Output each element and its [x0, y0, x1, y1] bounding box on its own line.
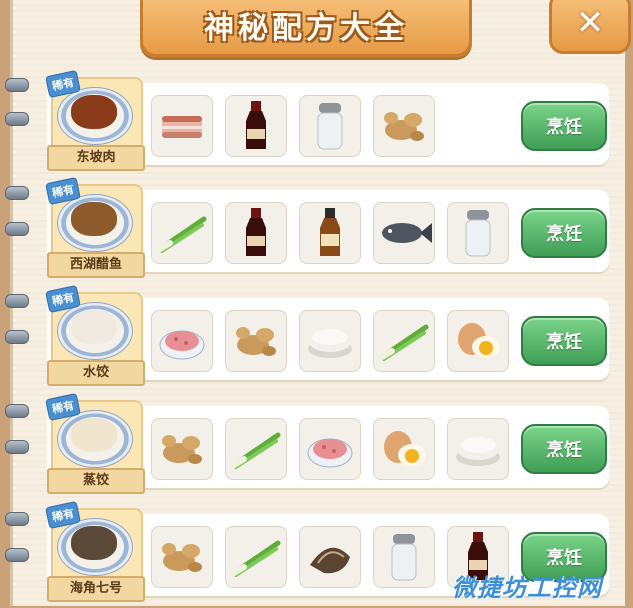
minced-meat-icon[interactable] [151, 310, 213, 372]
pork-belly-icon[interactable] [151, 95, 213, 157]
recipe-row: 稀有 水饺 烹饪 [45, 284, 609, 386]
salt-shaker-icon[interactable] [447, 202, 509, 264]
scallion-icon[interactable] [151, 202, 213, 264]
binder-ring [5, 222, 29, 236]
dish-name: 蒸饺 [47, 468, 145, 494]
ginger-icon[interactable] [225, 310, 287, 372]
close-icon: ✕ [575, 3, 605, 43]
binder-ring [5, 78, 29, 92]
dish-food [71, 95, 117, 129]
soy-sauce-icon[interactable] [225, 95, 287, 157]
scallion-icon[interactable] [225, 418, 287, 480]
cook-button[interactable]: 烹饪 [521, 316, 607, 366]
minced-meat-icon[interactable] [299, 418, 361, 480]
close-button[interactable]: ✕ [549, 0, 631, 54]
dish-name: 水饺 [47, 360, 145, 386]
egg-icon[interactable] [373, 418, 435, 480]
binder-ring [5, 294, 29, 308]
scallion-icon[interactable] [373, 310, 435, 372]
recipe-row: 稀有 东坡肉 烹饪 [45, 69, 609, 171]
binder-ring [5, 440, 29, 454]
recipe-row: 稀有 西湖醋鱼 烹饪 [45, 176, 609, 278]
recipe-row: 稀有 蒸饺 烹饪 [45, 392, 609, 494]
conch-shell-icon[interactable] [299, 526, 361, 588]
binder-ring [5, 548, 29, 562]
binder-ring [5, 404, 29, 418]
soy-sauce-icon[interactable] [225, 202, 287, 264]
dish-food [71, 310, 117, 344]
binder-ring [5, 330, 29, 344]
dish-food [71, 418, 117, 452]
cook-button[interactable]: 烹饪 [521, 101, 607, 151]
dish-name: 东坡肉 [47, 145, 145, 171]
recipe-book: 稀有 东坡肉 烹饪 稀有 西湖醋鱼 烹饪 稀有 水饺 烹饪 稀有 蒸饺 烹饪 稀有 海角七号 烹饪 [5, 0, 625, 608]
ginger-icon[interactable] [151, 526, 213, 588]
ginger-icon[interactable] [373, 95, 435, 157]
dish-card[interactable]: 稀有 海角七号 [45, 500, 145, 608]
vinegar-bottle-icon[interactable] [299, 202, 361, 264]
flour-dough-icon[interactable] [299, 310, 361, 372]
cook-button[interactable]: 烹饪 [521, 208, 607, 258]
fish-icon[interactable] [373, 202, 435, 264]
salt-shaker-icon[interactable] [299, 95, 361, 157]
binder-ring [5, 112, 29, 126]
watermark: 微捷坊工控网 [452, 574, 602, 602]
title-banner: 神秘配方大全 [140, 0, 472, 57]
cook-button[interactable]: 烹饪 [521, 424, 607, 474]
page-title: 神秘配方大全 [204, 11, 408, 46]
dish-name: 海角七号 [47, 576, 145, 602]
dish-food [71, 526, 117, 560]
binder-ring [5, 512, 29, 526]
scallion-icon[interactable] [225, 526, 287, 588]
dish-name: 西湖醋鱼 [47, 252, 145, 278]
flour-dough-icon[interactable] [447, 418, 509, 480]
dish-card[interactable]: 稀有 东坡肉 [45, 69, 145, 177]
egg-icon[interactable] [447, 310, 509, 372]
binder-ring [5, 186, 29, 200]
dish-card[interactable]: 稀有 水饺 [45, 284, 145, 392]
salt-shaker-icon[interactable] [373, 526, 435, 588]
dish-card[interactable]: 稀有 西湖醋鱼 [45, 176, 145, 284]
dish-food [71, 202, 117, 236]
ginger-icon[interactable] [151, 418, 213, 480]
dish-card[interactable]: 稀有 蒸饺 [45, 392, 145, 500]
